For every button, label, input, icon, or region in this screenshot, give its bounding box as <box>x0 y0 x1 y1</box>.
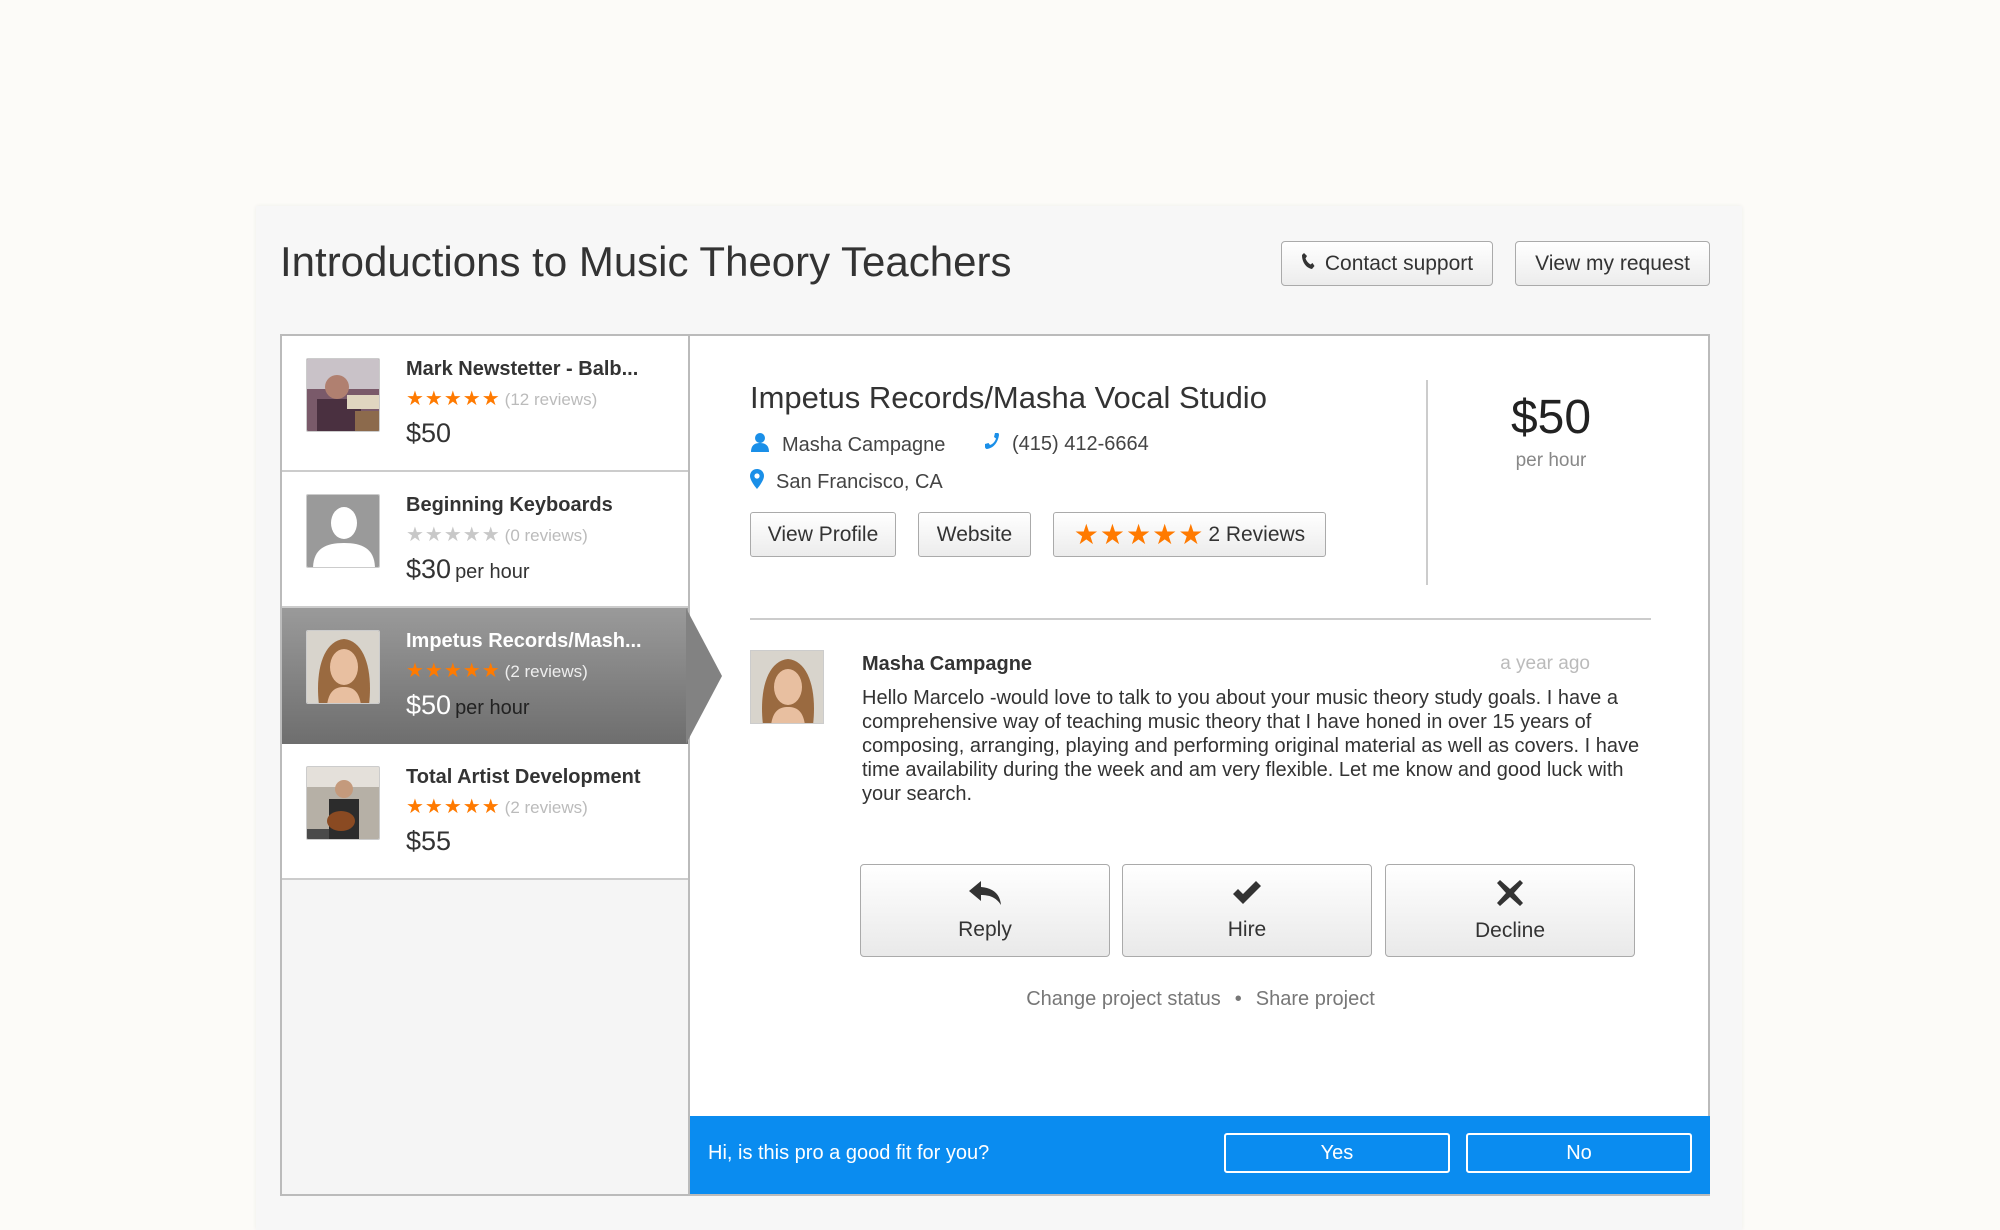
review-count: (2 reviews) <box>504 662 588 681</box>
change-status-link[interactable]: Change project status <box>1026 988 1221 1010</box>
pro-avatar <box>306 630 380 704</box>
decline-button[interactable]: Decline <box>1385 864 1635 957</box>
review-count: (12 reviews) <box>504 390 598 409</box>
close-icon <box>1496 879 1524 913</box>
view-request-button[interactable]: View my request <box>1515 241 1710 286</box>
no-button[interactable]: No <box>1466 1133 1692 1173</box>
message-body: Hello Marcelo -would love to talk to you… <box>862 687 1640 805</box>
message-timestamp: a year ago <box>1500 653 1590 674</box>
message-avatar <box>750 650 824 724</box>
divider <box>750 618 1651 620</box>
link-separator: • <box>1234 988 1242 1010</box>
message-author: Masha Campagne <box>862 653 1033 675</box>
pro-price: $30 per hour <box>406 554 530 584</box>
pro-name: Mark Newstetter - Balb... <box>406 358 639 380</box>
project-links: Change project status • Share project <box>750 988 1651 1011</box>
good-fit-question: Hi, is this pro a good fit for you? <box>708 1142 990 1164</box>
rate-price: $50 <box>1510 391 1592 444</box>
reply-arrow-icon <box>968 880 1002 912</box>
hire-button[interactable]: Hire <box>1122 864 1372 957</box>
share-project-link[interactable]: Share project <box>1256 988 1375 1010</box>
default-avatar-icon <box>306 494 380 568</box>
pro-price: $55 <box>406 826 452 856</box>
good-fit-bar: Hi, is this pro a good fit for you? Yes … <box>690 1116 1710 1194</box>
pro-avatar <box>306 358 380 432</box>
intro-panel: Mark Newstetter - Balb... ★★★★★ (12 revie… <box>280 334 1710 1196</box>
review-count: (0 reviews) <box>504 526 588 545</box>
pro-rating: ★★★★★ (0 reviews) <box>406 522 588 547</box>
person-icon <box>750 432 770 458</box>
phone-number[interactable]: (415) 412-6664 <box>984 432 1149 456</box>
map-pin-icon <box>750 469 764 495</box>
pro-name: Total Artist Development <box>406 766 641 788</box>
star-rating-icon: ★★★★★ <box>406 524 501 546</box>
pro-list: Mark Newstetter - Balb... ★★★★★ (12 revie… <box>282 336 722 1194</box>
pro-rating: ★★★★★ (2 reviews) <box>406 794 588 819</box>
pro-avatar <box>306 766 380 840</box>
reviews-button[interactable]: ★★★★★ 2 Reviews <box>1053 512 1326 557</box>
pro-rating: ★★★★★ (2 reviews) <box>406 658 588 683</box>
yes-button[interactable]: Yes <box>1224 1133 1450 1173</box>
star-rating-icon: ★★★★★ <box>406 660 501 682</box>
reviews-label: 2 Reviews <box>1208 522 1306 546</box>
pro-list-item-selected[interactable]: Impetus Records/Mash... ★★★★★ (2 reviews)… <box>282 608 722 744</box>
website-button[interactable]: Website <box>918 512 1031 557</box>
reply-button[interactable]: Reply <box>860 864 1110 957</box>
business-name: Impetus Records/Masha Vocal Studio <box>750 380 1267 415</box>
intro-card: Introductions to Music Theory Teachers C… <box>256 206 1742 1230</box>
checkmark-icon <box>1231 880 1263 912</box>
contact-support-button[interactable]: Contact support <box>1281 241 1493 286</box>
contact-support-label: Contact support <box>1324 251 1474 275</box>
pro-name: Beginning Keyboards <box>406 494 613 516</box>
page-title: Introductions to Music Theory Teachers <box>280 238 1012 285</box>
pro-list-item[interactable]: Beginning Keyboards ★★★★★ (0 reviews) $30… <box>282 472 688 608</box>
star-rating-icon: ★★★★★ <box>406 796 501 818</box>
contact-name: Masha Campagne <box>750 432 945 458</box>
pro-rating: ★★★★★ (12 reviews) <box>406 386 597 411</box>
review-count: (2 reviews) <box>504 798 588 817</box>
pro-detail: Impetus Records/Masha Vocal Studio Masha… <box>690 336 1710 1194</box>
pro-price: $50 per hour <box>406 690 530 720</box>
view-profile-button[interactable]: View Profile <box>750 512 896 557</box>
pro-list-item[interactable]: Mark Newstetter - Balb... ★★★★★ (12 revie… <box>282 336 688 472</box>
phone-icon <box>984 432 1000 456</box>
phone-icon <box>1301 252 1315 276</box>
star-rating-icon: ★★★★★ <box>1073 519 1205 550</box>
location: San Francisco, CA <box>750 469 943 495</box>
star-rating-icon: ★★★★★ <box>406 388 501 410</box>
pro-price: $50 <box>406 418 452 448</box>
pro-list-item[interactable]: Total Artist Development ★★★★★ (2 reviews… <box>282 744 688 880</box>
pro-name: Impetus Records/Mash... <box>406 630 642 652</box>
rate-unit: per hour <box>1515 450 1587 471</box>
